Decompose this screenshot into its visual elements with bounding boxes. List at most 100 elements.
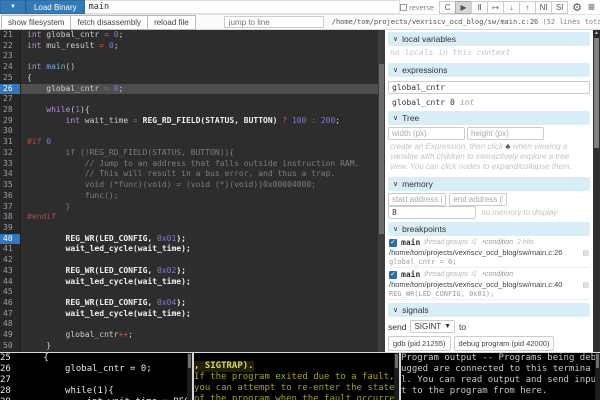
line-number-gutter[interactable]: 38 [0, 212, 21, 223]
line-number-gutter[interactable]: 24 [0, 62, 21, 73]
code-line[interactable]: 50 } [0, 341, 378, 352]
code-line[interactable]: 46 REG_WR(LED_CONFIG, 0x04); [0, 298, 378, 309]
code-line[interactable]: 41 wait_led_cycle(wait_time); [0, 244, 378, 255]
breakpoint-checkbox[interactable]: ✓ [389, 271, 397, 279]
messages-scrollbar[interactable] [394, 353, 399, 400]
breakpoint-gutter[interactable]: 40 [0, 234, 21, 245]
section-expressions[interactable]: ∨ expressions [388, 63, 590, 77]
console-scrollbar-thumb[interactable] [188, 354, 191, 368]
line-number-gutter[interactable]: 35 [0, 180, 21, 191]
code-line[interactable]: 48 [0, 319, 378, 330]
line-number-gutter[interactable]: 29 [0, 116, 21, 127]
breakpoint-condition[interactable]: ◔condition [481, 239, 513, 246]
line-number-gutter[interactable]: 48 [0, 319, 21, 330]
sidebar-scrollbar-thumb[interactable] [594, 38, 599, 148]
line-number-gutter[interactable]: 43 [0, 266, 21, 277]
next-button[interactable]: ↦ [487, 1, 504, 14]
line-number-gutter[interactable]: 45 [0, 287, 21, 298]
line-number-gutter[interactable]: 50 [0, 341, 21, 352]
line-number-gutter[interactable]: 34 [0, 169, 21, 180]
code-line[interactable]: 28 while(1){ [0, 105, 378, 116]
code-line[interactable]: 29 int wait_time = REG_RD_FIELD(STATUS, … [0, 116, 378, 127]
messages-scrollbar-thumb[interactable] [395, 354, 398, 368]
expression-input[interactable] [388, 81, 590, 94]
expression-row[interactable]: global_cntr 0 int [388, 95, 590, 108]
signal-target-program-button[interactable]: debug program (pid 42000) [454, 336, 555, 351]
line-number-gutter[interactable]: 46 [0, 298, 21, 309]
load-binary-button[interactable]: Load Binary [26, 0, 85, 14]
code-line[interactable]: 45 [0, 287, 378, 298]
breakpoint-item[interactable]: ✓ main thread groups: i1 ◔condition /hom… [388, 268, 590, 300]
section-breakpoints[interactable]: ∨ breakpoints [388, 222, 590, 236]
line-number-gutter[interactable]: 30 [0, 126, 21, 137]
code-line[interactable]: 34 // This will result in a bus error, a… [0, 169, 378, 180]
line-number-gutter[interactable]: 47 [0, 309, 21, 320]
section-memory[interactable]: ∨ memory [388, 177, 590, 191]
code-line[interactable]: 40 REG_WR(LED_CONFIG, 0x01); [0, 234, 378, 245]
line-number-gutter[interactable]: 21 [0, 30, 21, 41]
trash-icon[interactable]: ▤ [580, 249, 589, 257]
sidebar-scrollbar[interactable]: ▲ [593, 30, 600, 352]
step-instruction-button[interactable]: SI [551, 1, 568, 14]
binary-path-input[interactable] [85, 0, 400, 14]
line-number-gutter[interactable]: 41 [0, 244, 21, 255]
code-line[interactable]: 23 [0, 51, 378, 62]
line-number-gutter[interactable]: 37 [0, 202, 21, 213]
line-number-gutter[interactable]: 31 [0, 137, 21, 148]
line-number-gutter[interactable]: 23 [0, 51, 21, 62]
code-line[interactable]: 27 [0, 94, 378, 105]
memory-bytes-input[interactable] [388, 206, 476, 219]
code-line[interactable]: 37 } [0, 202, 378, 213]
continue-button[interactable]: ▶ [455, 1, 472, 14]
trash-icon[interactable]: ▤ [580, 281, 589, 289]
code-line[interactable]: 32 if (!REG_RD_FIELD(STATUS, BUTTON)){ [0, 148, 378, 159]
tree-width-input[interactable] [388, 127, 465, 140]
program-output-terminal[interactable]: Program output -- Programs being debugge… [401, 353, 600, 400]
settings-gear-icon[interactable]: ⚙ [570, 1, 584, 14]
editor-scrollbar[interactable] [378, 30, 385, 352]
tree-height-input[interactable] [467, 127, 544, 140]
reverse-toggle[interactable]: reverse [400, 3, 434, 12]
line-number-gutter[interactable]: 22 [0, 41, 21, 52]
code-line[interactable]: 21int global_cntr = 0; [0, 30, 378, 41]
reverse-checkbox[interactable] [400, 4, 407, 11]
line-number-gutter[interactable]: 27 [0, 94, 21, 105]
output-scrollbar-thumb[interactable] [596, 354, 599, 368]
console-scrollbar[interactable] [187, 353, 192, 400]
section-local-variables[interactable]: ∨ local variables [388, 32, 590, 46]
output-scrollbar[interactable] [595, 353, 600, 400]
line-number-gutter[interactable]: 39 [0, 223, 21, 234]
gdb-messages-terminal[interactable]: , SIGTRAP). If the program exited due to… [194, 353, 399, 400]
editor-scrollbar-thumb[interactable] [379, 64, 384, 234]
jump-to-line-input[interactable] [224, 16, 324, 28]
code-line[interactable]: 39 [0, 223, 378, 234]
signal-target-gdb-button[interactable]: gdb (pid 21255) [388, 336, 451, 351]
memory-start-address-input[interactable] [388, 193, 446, 206]
fetch-disassembly-button[interactable]: fetch disassembly [70, 15, 148, 30]
restart-button[interactable]: C [439, 1, 456, 14]
code-line[interactable]: 38#endif [0, 212, 378, 223]
reload-file-button[interactable]: reload file [147, 15, 196, 30]
line-number-gutter[interactable]: 28 [0, 105, 21, 116]
step-button[interactable]: ↓ [503, 1, 520, 14]
section-tree[interactable]: ∨ Tree [388, 111, 590, 125]
breakpoint-gutter[interactable]: 26 [0, 84, 21, 95]
gdb-console-terminal[interactable]: 25 {26 global_cntr = 0;2728 while(1){29 … [0, 353, 192, 400]
code-line[interactable]: 25{ [0, 73, 378, 84]
code-line[interactable]: 22int mul_result = 0; [0, 41, 378, 52]
code-line[interactable]: 36 func(); [0, 191, 378, 202]
line-number-gutter[interactable]: 32 [0, 148, 21, 159]
line-number-gutter[interactable]: 25 [0, 73, 21, 84]
load-binary-dropdown-button[interactable]: ▼ [0, 0, 26, 14]
code-line[interactable]: 33 // Jump to an address that falls outs… [0, 159, 378, 170]
next-instruction-button[interactable]: NI [535, 1, 552, 14]
line-number-gutter[interactable]: 44 [0, 277, 21, 288]
code-line[interactable]: 30 [0, 126, 378, 137]
code-line[interactable]: 42 [0, 255, 378, 266]
scroll-up-arrow-icon[interactable]: ▲ [593, 30, 600, 36]
line-number-gutter[interactable]: 33 [0, 159, 21, 170]
code-line[interactable]: 44 wait_led_cycle(wait_time); [0, 277, 378, 288]
code-line[interactable]: 35 void (*func)(void) = (void (*)(void))… [0, 180, 378, 191]
hamburger-menu-icon[interactable]: ≡ [586, 0, 597, 14]
return-button[interactable]: ↑ [519, 1, 536, 14]
